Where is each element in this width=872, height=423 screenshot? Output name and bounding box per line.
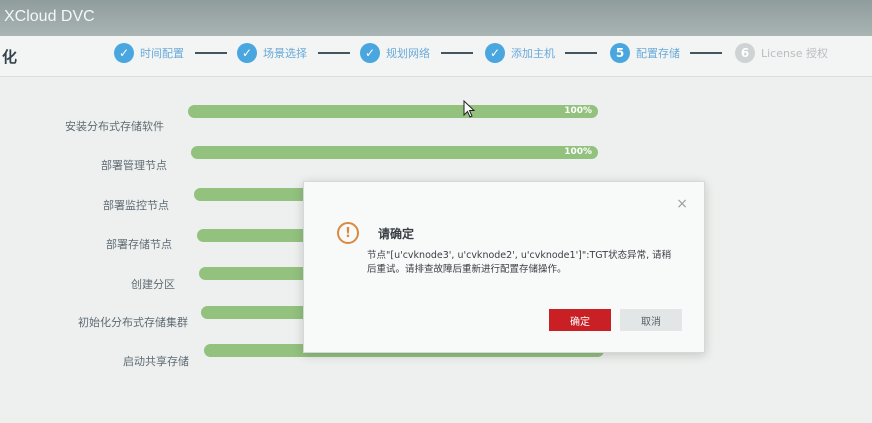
step-label: 添加主机 bbox=[511, 47, 555, 60]
progress-bar: 100% bbox=[188, 105, 598, 118]
task-label: 创建分区 bbox=[131, 278, 175, 291]
progress-percent: 100% bbox=[564, 106, 592, 116]
dialog-title: 请确定 bbox=[378, 227, 415, 241]
step-label: 时间配置 bbox=[140, 47, 184, 60]
wizard-step-license[interactable]: 6 License 授权 bbox=[735, 42, 828, 64]
wizard-step-scenario[interactable]: ✓ 场景选择 bbox=[237, 42, 307, 64]
dialog-message: 节点"[u'cvknode3', u'cvknode2', u'cvknode1… bbox=[367, 250, 672, 275]
step-connector bbox=[690, 52, 722, 54]
step-label: 场景选择 bbox=[263, 47, 307, 60]
cancel-button[interactable]: 取消 bbox=[620, 309, 682, 331]
task-label: 部署监控节点 bbox=[103, 199, 169, 212]
task-label: 启动共享存储 bbox=[123, 355, 189, 368]
task-label: 部署存储节点 bbox=[106, 238, 172, 251]
step-connector bbox=[318, 52, 350, 54]
step-number-icon: 6 bbox=[735, 43, 755, 63]
task-label: 安装分布式存储软件 bbox=[65, 120, 164, 133]
check-icon: ✓ bbox=[485, 43, 505, 63]
wizard-step-add-host[interactable]: ✓ 添加主机 bbox=[485, 42, 555, 64]
step-label: 配置存储 bbox=[636, 47, 680, 60]
window-titlebar: XCloud DVC bbox=[0, 0, 872, 36]
progress-fill bbox=[191, 146, 598, 159]
task-label: 部署管理节点 bbox=[101, 159, 167, 172]
confirm-button[interactable]: 确定 bbox=[549, 309, 611, 331]
progress-percent: 100% bbox=[564, 147, 592, 157]
wizard-step-storage[interactable]: 5 配置存储 bbox=[610, 42, 680, 64]
step-label: 规划网络 bbox=[386, 47, 430, 60]
step-connector bbox=[195, 52, 227, 54]
wizard-step-network[interactable]: ✓ 规划网络 bbox=[360, 42, 430, 64]
close-icon[interactable]: × bbox=[676, 196, 688, 212]
wizard-step-time-config[interactable]: ✓ 时间配置 bbox=[114, 42, 184, 64]
app-title: XCloud DVC bbox=[4, 8, 95, 25]
mouse-cursor-icon bbox=[463, 100, 476, 118]
check-icon: ✓ bbox=[237, 43, 257, 63]
progress-bar: 100% bbox=[191, 146, 598, 159]
check-icon: ✓ bbox=[114, 43, 134, 63]
step-number-icon: 5 bbox=[610, 43, 630, 63]
step-label: License 授权 bbox=[761, 47, 828, 60]
progress-fill bbox=[188, 105, 598, 118]
warning-icon: ! bbox=[337, 222, 359, 244]
page-title-fragment: 化 bbox=[2, 48, 18, 66]
confirm-dialog: × ! 请确定 节点"[u'cvknode3', u'cvknode2', u'… bbox=[303, 181, 705, 353]
step-connector bbox=[565, 52, 597, 54]
check-icon: ✓ bbox=[360, 43, 380, 63]
step-connector bbox=[441, 52, 473, 54]
task-label: 初始化分布式存储集群 bbox=[78, 316, 188, 329]
